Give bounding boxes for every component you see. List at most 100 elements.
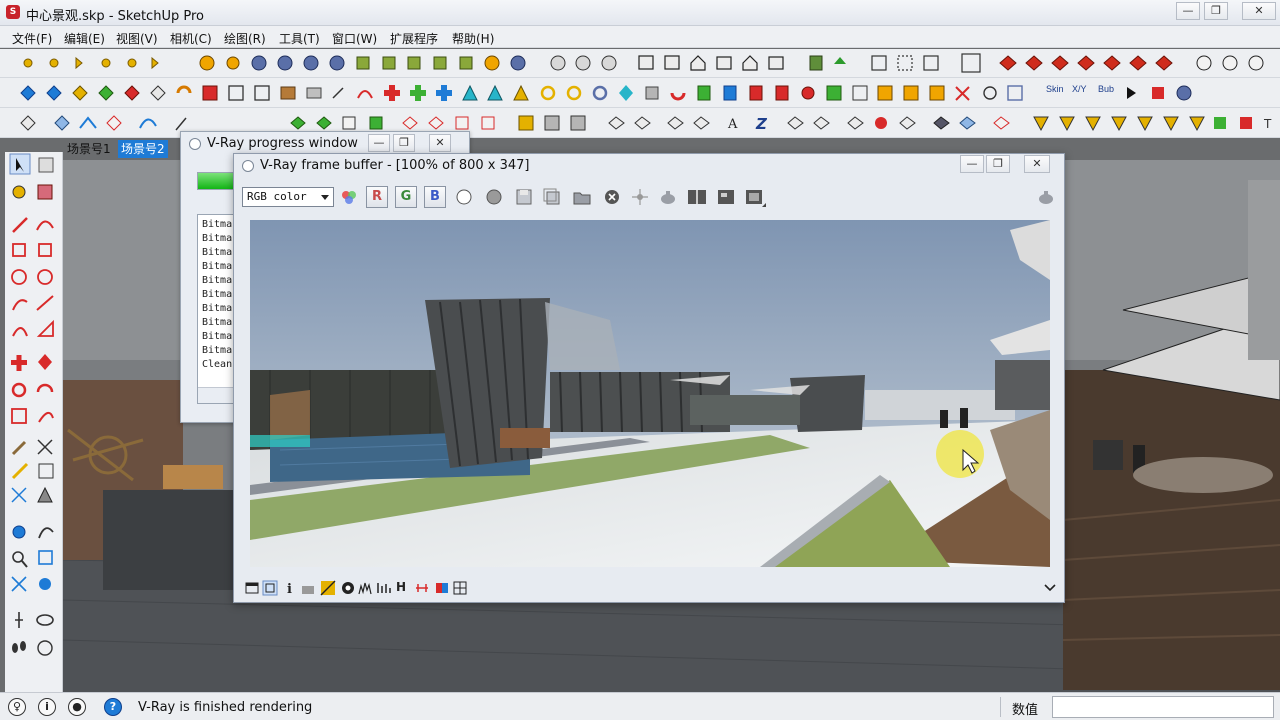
vray-frame-buffer-window[interactable]: V-Ray frame buffer - [100% of 800 x 347]…: [233, 153, 1065, 603]
menu-draw[interactable]: 绘图(R): [224, 30, 266, 47]
restore-button[interactable]: ❐: [1204, 2, 1228, 20]
vfb-toolbar: RGB color R G B: [238, 184, 1062, 210]
teapot-render-icon[interactable]: [658, 187, 678, 207]
histogram-icon[interactable]: [356, 578, 376, 598]
log-line: Bitma: [202, 345, 233, 356]
levels-icon[interactable]: [298, 578, 318, 598]
clear-image-icon[interactable]: [602, 187, 622, 207]
help-icon[interactable]: ?: [104, 698, 122, 716]
svg-text:Skin: Skin: [1046, 84, 1064, 94]
red-channel-button[interactable]: R: [366, 186, 388, 208]
menu-window[interactable]: 窗口(W): [332, 30, 377, 47]
channel-select-value: RGB color: [247, 190, 307, 203]
menu-view[interactable]: 视图(V): [116, 30, 158, 47]
blue-channel-button[interactable]: B: [424, 186, 446, 208]
log-line: Bitma: [202, 261, 233, 272]
menu-extensions[interactable]: 扩展程序: [390, 30, 438, 47]
svg-text:A: A: [727, 117, 738, 132]
color-channels-icon[interactable]: [340, 188, 358, 206]
lut-icon[interactable]: [374, 578, 394, 598]
status-divider: [1000, 697, 1001, 717]
lens-effects-icon[interactable]: [744, 187, 768, 209]
title-bar: S 中心景观.skp - SketchUp Pro — ❐ ✕: [0, 0, 1280, 26]
svg-text:Z: Z: [755, 115, 768, 133]
chevron-down-icon[interactable]: [1042, 578, 1058, 598]
status-bar: ♀ i ● ? V-Ray is finished rendering 数值: [0, 692, 1280, 720]
hdr-button[interactable]: H: [396, 580, 406, 594]
measurements-input[interactable]: [1052, 696, 1274, 718]
srgb-icon[interactable]: [432, 578, 452, 598]
log-line: Bitma: [202, 303, 233, 314]
vray-progress-minimize-button[interactable]: —: [368, 134, 390, 152]
close-button[interactable]: ✕: [1242, 2, 1276, 20]
vfb-panel-toggle-icon[interactable]: [242, 578, 262, 598]
log-line: Bitma: [202, 317, 233, 328]
alpha-channel-icon[interactable]: [454, 187, 474, 207]
user-account-icon[interactable]: ●: [68, 698, 86, 716]
credits-icon[interactable]: i: [38, 698, 56, 716]
history-icon[interactable]: [716, 187, 736, 207]
vray-window-icon: [189, 138, 201, 150]
log-line: Bitma: [202, 247, 233, 258]
menu-help[interactable]: 帮助(H): [452, 30, 494, 47]
vfb-minimize-button[interactable]: —: [960, 155, 984, 173]
toolbar-row-1-icons[interactable]: [0, 49, 1280, 77]
teapot-render-icon-right[interactable]: [1036, 187, 1056, 207]
svg-text:X/Y: X/Y: [1072, 84, 1087, 94]
vfb-restore-button[interactable]: ❐: [986, 155, 1010, 173]
save-all-icon[interactable]: [542, 187, 562, 207]
track-mouse-icon[interactable]: [630, 187, 650, 207]
menu-camera[interactable]: 相机(C): [170, 30, 212, 47]
log-line: Bitma: [202, 275, 233, 286]
left-tool-palette: [5, 152, 63, 692]
scene-tabs: 场景号1 场景号2: [62, 138, 182, 160]
sketchup-logo-icon: S: [6, 5, 20, 19]
vfb-bottom-toolbar: i H: [238, 578, 1062, 598]
mono-mode-icon[interactable]: [484, 187, 504, 207]
vfb-close-button[interactable]: ✕: [1024, 155, 1050, 173]
svg-text:T: T: [1263, 117, 1272, 131]
curve-icon[interactable]: [318, 578, 338, 598]
vray-progress-title: V-Ray progress window: [207, 136, 358, 151]
minimize-button[interactable]: —: [1176, 2, 1200, 20]
cursor-highlight: [936, 430, 984, 478]
toolbar-row-2: Skin X/Y Bub: [0, 78, 1280, 108]
render-image[interactable]: [250, 220, 1050, 567]
channel-select[interactable]: RGB color: [242, 187, 334, 207]
save-image-icon[interactable]: [514, 187, 534, 207]
vray-window-icon: [242, 160, 254, 172]
geo-location-icon[interactable]: ♀: [8, 698, 26, 716]
toolbar-row-2-icons[interactable]: Skin X/Y Bub: [0, 78, 1280, 107]
pixel-aspect-icon[interactable]: [450, 578, 470, 598]
load-image-icon[interactable]: [572, 187, 592, 207]
measurements-label: 数值: [1012, 703, 1039, 718]
menu-bar: 文件(F) 编辑(E) 视图(V) 相机(C) 绘图(R) 工具(T) 窗口(W…: [0, 26, 1280, 48]
log-line: Bitma: [202, 331, 233, 342]
svg-text:i: i: [287, 582, 292, 597]
svg-text:Bub: Bub: [1098, 84, 1114, 94]
rendered-scene: [250, 220, 1050, 567]
chevron-down-icon: [321, 195, 329, 200]
left-tool-icons[interactable]: [5, 152, 63, 692]
correction-controls-icon[interactable]: [260, 578, 280, 598]
info-icon[interactable]: i: [280, 578, 300, 598]
log-line: Bitma: [202, 219, 233, 230]
menu-file[interactable]: 文件(F): [12, 30, 52, 47]
log-line: Bitma: [202, 289, 233, 300]
compare-ab-icon[interactable]: [686, 187, 708, 207]
vfb-title: V-Ray frame buffer - [100% of 800 x 347]: [260, 158, 530, 173]
green-channel-button[interactable]: G: [395, 186, 417, 208]
log-line: Clean: [202, 359, 233, 370]
exposure-icon[interactable]: [338, 578, 358, 598]
status-text: V-Ray is finished rendering: [138, 700, 313, 715]
menu-tools[interactable]: 工具(T): [279, 30, 320, 47]
vray-progress-close-button[interactable]: ✕: [429, 134, 451, 152]
stereo-icon[interactable]: [412, 578, 432, 598]
menu-edit[interactable]: 编辑(E): [64, 30, 105, 47]
scene-tab-1[interactable]: 场景号1: [64, 140, 114, 158]
toolbar-row-1: [0, 49, 1280, 78]
vray-progress-restore-button[interactable]: ❐: [393, 134, 415, 152]
scene-tab-2[interactable]: 场景号2: [118, 140, 168, 158]
log-line: Bitma: [202, 233, 233, 244]
window-title: 中心景观.skp - SketchUp Pro: [26, 9, 204, 24]
